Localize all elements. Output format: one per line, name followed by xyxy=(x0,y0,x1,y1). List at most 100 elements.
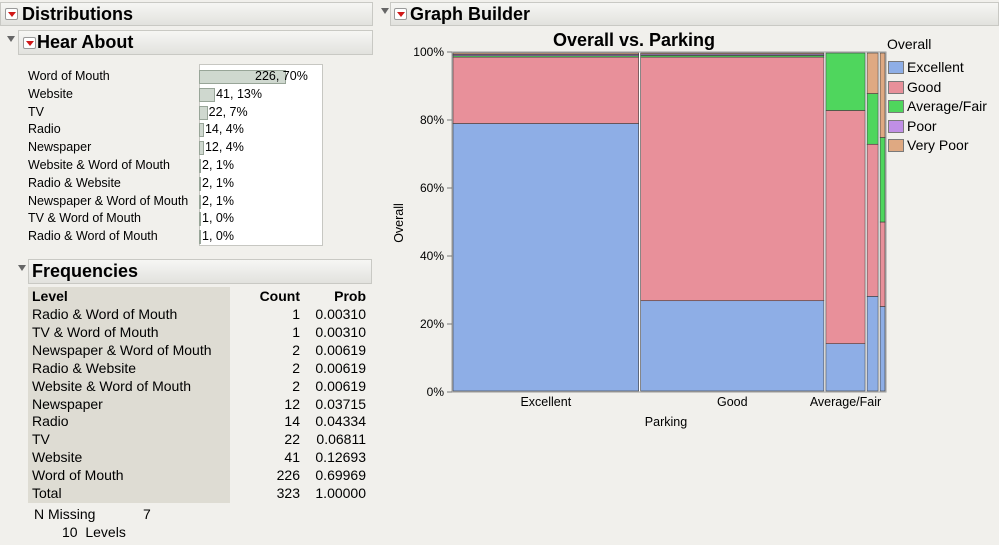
frequencies-prob-cell: 1.00000 xyxy=(315,485,366,501)
legend-title: Overall xyxy=(887,36,932,52)
hear-about-menu-button[interactable] xyxy=(23,37,36,49)
mosaic-cell xyxy=(879,137,886,223)
frequencies-row: Radio 14 0.04334 xyxy=(28,413,368,431)
frequencies-row: TV & Word of Mouth 1 0.00310 xyxy=(28,324,368,342)
frequencies-prob-cell: 0.00619 xyxy=(315,377,366,394)
mosaic-cell xyxy=(866,93,879,145)
frequencies-header-prob: Prob xyxy=(334,288,366,304)
frequencies-count-cell: 14 xyxy=(284,413,300,430)
hear-about-bar xyxy=(199,141,204,156)
frequencies-row: Radio & Word of Mouth 1 0.00310 xyxy=(28,306,368,324)
hear-about-label: Newspaper xyxy=(28,140,92,155)
frequencies-row: Website 41 0.12693 xyxy=(28,449,368,467)
legend-swatch xyxy=(888,80,904,94)
hear-about-bar xyxy=(199,123,204,138)
legend-swatch xyxy=(888,100,904,114)
hear-about-value: 1, 0% xyxy=(202,229,234,244)
frequencies-level-cell: TV & Word of Mouth xyxy=(32,323,159,340)
mosaic-cell xyxy=(640,56,825,302)
legend-swatch xyxy=(888,61,904,74)
y-tick-label: 100% xyxy=(413,45,444,59)
frequencies-prob-cell: 0.00310 xyxy=(315,323,366,340)
frequencies-count-cell: 2 xyxy=(292,359,300,376)
y-tick-label: 40% xyxy=(420,249,444,263)
n-missing-label: N Missing xyxy=(34,506,96,522)
legend-label: Good xyxy=(907,78,942,95)
graph-builder-header: Graph Builder xyxy=(390,2,999,26)
mosaic-cell xyxy=(879,52,886,138)
frequencies-level-cell: Radio & Website xyxy=(32,359,137,376)
hear-about-label: Radio & Website xyxy=(28,175,121,190)
hear-about-bar xyxy=(199,212,201,227)
mosaic-cell xyxy=(825,52,866,111)
distributions-title: Distributions xyxy=(22,4,133,24)
frequencies-row: Newspaper 12 0.03715 xyxy=(28,396,368,414)
frequencies-prob-cell: 0.06811 xyxy=(316,431,366,448)
hear-about-label: Radio xyxy=(28,122,61,137)
frequencies-count-cell: 12 xyxy=(284,395,300,412)
frequencies-count-cell: 226 xyxy=(276,467,300,484)
y-tick-label: 80% xyxy=(420,113,444,127)
hear-about-bar xyxy=(199,230,201,245)
frequencies-header-row: Level Count Prob xyxy=(28,287,368,305)
n-missing-value: 7 xyxy=(143,506,151,522)
frequencies-level-cell: Website xyxy=(32,449,83,466)
mosaic-cell xyxy=(879,221,886,307)
legend-swatch xyxy=(888,119,904,133)
mosaic-cell xyxy=(866,52,879,94)
hear-about-label: Website xyxy=(28,86,73,101)
frequencies-prob-cell: 0.00310 xyxy=(315,306,366,322)
y-tick-label: 60% xyxy=(420,181,444,195)
hear-about-value: 2, 1% xyxy=(202,193,234,208)
frequencies-header-count: Count xyxy=(259,288,300,304)
distributions-menu-button[interactable] xyxy=(5,8,18,20)
y-axis-label: Overall xyxy=(392,203,406,243)
mosaic-cell xyxy=(640,52,825,55)
frequencies-level-cell: Total xyxy=(32,485,62,501)
mosaic-cell xyxy=(866,143,879,297)
levels-text: 10 Levels xyxy=(62,524,126,540)
hear-about-title: Hear About xyxy=(37,32,134,52)
chart-title: Overall vs. Parking xyxy=(553,30,715,50)
frequencies-prob-cell: 0.69969 xyxy=(315,467,366,484)
y-tick-label: 20% xyxy=(420,317,444,331)
mosaic-cell xyxy=(452,52,639,55)
mosaic-cell xyxy=(879,306,886,392)
frequencies-count-cell: 1 xyxy=(292,323,300,340)
hear-about-label: Website & Word of Mouth xyxy=(28,158,170,172)
frequencies-level-cell: Newspaper & Word of Mouth xyxy=(32,341,212,358)
graph-builder-disclosure-icon[interactable] xyxy=(381,8,389,14)
legend-label: Average/Fair xyxy=(907,98,987,115)
frequencies-row: Radio & Website 2 0.00619 xyxy=(28,360,368,378)
hear-about-label: TV & Word of Mouth xyxy=(28,211,142,226)
frequencies-row: Word of Mouth 226 0.69969 xyxy=(28,467,368,485)
graph-builder-menu-button[interactable] xyxy=(394,8,407,20)
frequencies-count-cell: 41 xyxy=(284,449,300,466)
frequencies-title: Frequencies xyxy=(32,261,139,281)
distributions-header: Distributions xyxy=(0,2,373,26)
legend-label: Very Poor xyxy=(907,137,969,154)
hear-about-bar xyxy=(199,176,201,191)
frequencies-level-cell: Radio & Word of Mouth xyxy=(32,306,178,322)
hear-about-label: Word of Mouth xyxy=(28,69,110,83)
frequencies-prob-cell: 0.04334 xyxy=(315,413,366,430)
hear-about-disclosure-icon[interactable] xyxy=(7,36,15,42)
frequencies-prob-cell: 0.12693 xyxy=(315,449,366,466)
graph-builder-title: Graph Builder xyxy=(410,4,531,24)
hear-about-value: 226, 70% xyxy=(255,69,308,83)
hear-about-value: 41, 13% xyxy=(216,86,262,101)
hear-about-bar xyxy=(199,105,208,120)
frequencies-level-cell: Newspaper xyxy=(32,395,103,412)
frequencies-count-cell: 323 xyxy=(276,485,300,501)
frequencies-disclosure-icon[interactable] xyxy=(18,265,26,271)
frequencies-count-cell: 22 xyxy=(284,431,300,448)
frequencies-header: Frequencies xyxy=(28,259,372,284)
frequencies-row: Website & Word of Mouth 2 0.00619 xyxy=(28,378,368,396)
frequencies-row: Total 323 1.00000 xyxy=(28,485,368,503)
hear-about-label: TV xyxy=(28,104,44,119)
mosaic-cell xyxy=(866,296,879,392)
hear-about-bar xyxy=(199,87,216,102)
frequencies-prob-cell: 0.03715 xyxy=(315,395,366,412)
frequencies-row: TV 22 0.06811 xyxy=(28,431,368,449)
frequencies-count-cell: 1 xyxy=(292,306,300,322)
